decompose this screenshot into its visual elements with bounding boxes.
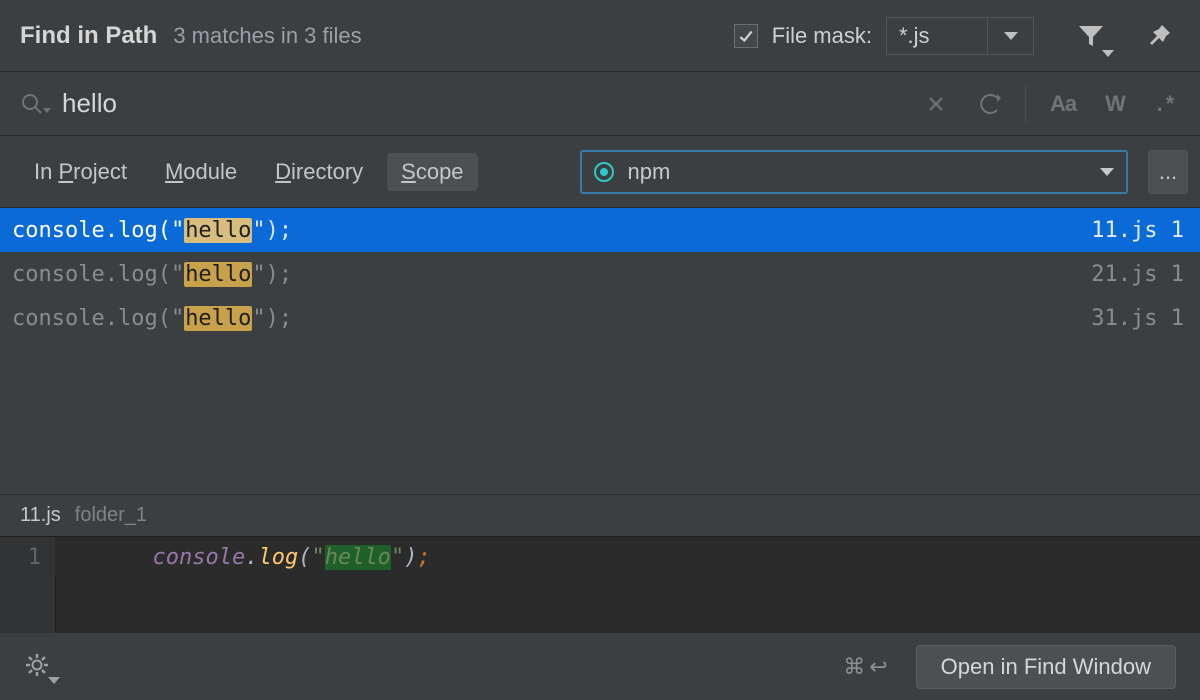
scope-value: npm [628,159,1100,185]
tab-directory[interactable]: Directory [261,153,377,191]
tab-scope[interactable]: Scope [387,153,477,191]
dialog-footer: ⌘↩ Open in Find Window [0,632,1200,700]
file-mask-checkbox[interactable] [734,24,758,48]
file-mask-combo[interactable]: *.js [886,17,1034,55]
open-in-find-window-button[interactable]: Open in Find Window [916,645,1176,689]
chevron-down-icon[interactable] [987,18,1033,54]
result-row[interactable]: console.log("hello"); 31.js 1 [0,296,1200,340]
search-controls: Aa W .* [921,84,1182,124]
result-row[interactable]: console.log("hello"); 21.js 1 [0,252,1200,296]
close-icon [927,95,945,113]
match-highlight: hello [184,218,252,243]
regex-toggle[interactable]: .* [1152,89,1182,119]
clear-search-button[interactable] [921,89,951,119]
preview-blank [0,577,1200,633]
file-mask-group: File mask: *.js [734,17,1034,55]
search-history-button[interactable] [973,89,1003,119]
dialog-header: Find in Path 3 matches in 3 files File m… [0,0,1200,72]
history-icon [975,94,1001,114]
scope-radio-icon [594,162,614,182]
chevron-down-icon [1100,168,1114,176]
scope-tabs: In Project Module Directory Scope [20,153,478,191]
funnel-icon [1077,23,1105,49]
tab-in-project[interactable]: In Project [20,153,141,191]
whole-words-toggle[interactable]: W [1100,89,1130,119]
filter-button[interactable] [1074,19,1108,53]
result-location: 11.js 1 [1091,218,1184,243]
results-list: console.log("hello"); 11.js 1 console.lo… [0,208,1200,494]
result-location: 31.js 1 [1091,306,1184,331]
search-input[interactable] [52,88,921,119]
match-highlight: hello [184,306,252,331]
pin-button[interactable] [1142,19,1176,53]
chevron-down-icon [48,677,60,684]
search-row: Aa W .* [0,72,1200,136]
chevron-down-icon [1102,50,1114,57]
match-case-toggle[interactable]: Aa [1048,89,1078,119]
scope-combo[interactable]: npm [580,150,1128,194]
code-line: 1 console.log("hello"); [0,537,1200,577]
file-mask-value: *.js [887,19,987,53]
dialog-title: Find in Path [20,22,157,50]
scope-more-button[interactable]: ... [1148,150,1188,194]
check-icon [737,27,755,45]
search-options-button[interactable] [12,93,52,115]
tab-module[interactable]: Module [151,153,251,191]
scope-bar: In Project Module Directory Scope npm ..… [0,136,1200,208]
file-mask-label: File mask: [772,23,872,49]
result-row[interactable]: console.log("hello"); 11.js 1 [0,208,1200,252]
shortcut-hint: ⌘↩ [843,654,887,680]
settings-button[interactable] [24,652,54,682]
separator [1025,84,1026,124]
line-number: 1 [0,537,55,577]
pin-icon [1146,23,1172,49]
match-highlight: hello [325,545,391,570]
result-location: 21.js 1 [1091,262,1184,287]
match-count: 3 matches in 3 files [173,23,361,49]
search-icon [21,93,43,115]
match-highlight: hello [184,262,252,287]
gear-icon [24,652,50,678]
chevron-down-icon [43,108,51,113]
preview-editor[interactable]: 1 console.log("hello"); [0,536,1200,632]
